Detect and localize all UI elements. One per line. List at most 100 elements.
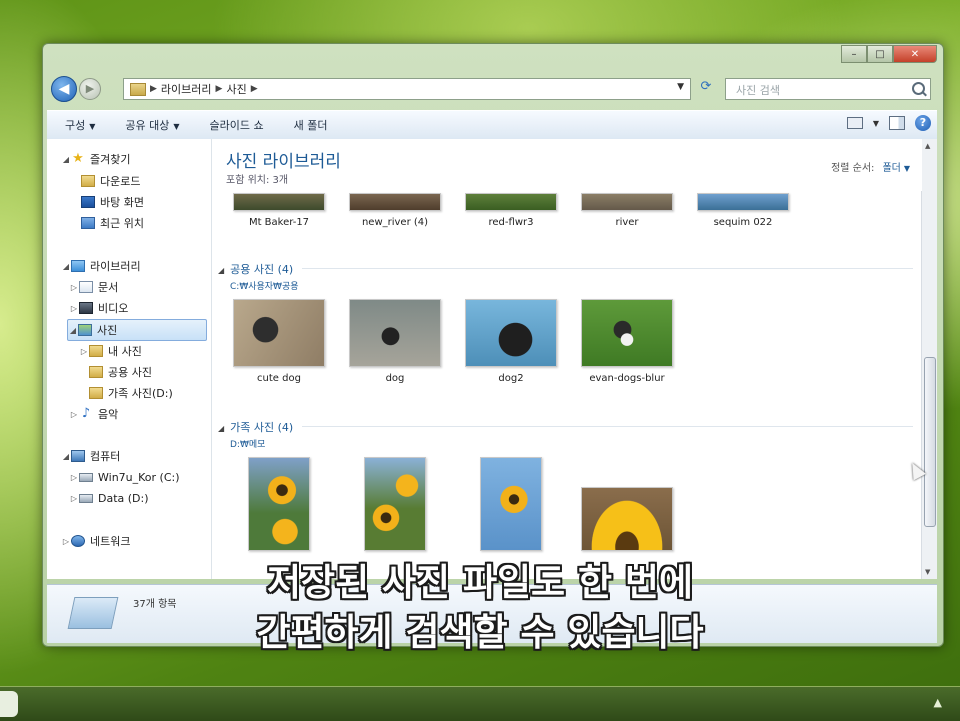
thumbnail-item[interactable]: Mt Baker-17 bbox=[224, 193, 334, 228]
desktop-icon bbox=[81, 196, 95, 208]
thumbnail-item[interactable] bbox=[340, 457, 450, 551]
thumbnail-label: Mt Baker-17 bbox=[248, 217, 310, 228]
search-input[interactable]: 사진 검색 bbox=[725, 78, 931, 100]
thumbnail-label: river bbox=[615, 217, 639, 228]
nav-public-pictures[interactable]: 공용 사진 bbox=[89, 362, 152, 382]
thumbnail-label: dog bbox=[385, 373, 405, 384]
thumbnail-label: red-flwr3 bbox=[488, 217, 534, 228]
breadcrumb-arrow-icon[interactable]: ▶ bbox=[216, 84, 223, 94]
share-button[interactable]: 공유 대상 ▼ bbox=[125, 117, 179, 133]
thumbnail-item[interactable]: sequim 022 bbox=[688, 193, 798, 228]
nav-desktop[interactable]: 바탕 화면 bbox=[81, 192, 144, 212]
folder-icon bbox=[89, 366, 103, 378]
breadcrumb-libraries[interactable]: 라이브러리 bbox=[161, 81, 212, 97]
music-icon: ♪ bbox=[81, 406, 91, 421]
breadcrumb-pictures[interactable]: 사진 bbox=[226, 81, 246, 97]
thumbnail-label: cute dog bbox=[257, 373, 301, 384]
library-icon bbox=[71, 260, 85, 272]
command-bar: 구성 ▼ 공유 대상 ▼ 슬라이드 쇼 새 폴더 ▼ ? bbox=[47, 110, 937, 140]
photo-thumbnail bbox=[480, 457, 542, 551]
photo-thumbnail bbox=[581, 299, 673, 367]
thumbnail-item[interactable]: cute dog bbox=[224, 299, 334, 384]
nav-libraries[interactable]: ◢ 라이브러리 bbox=[61, 256, 141, 276]
breadcrumb-arrow-icon[interactable]: ▶ bbox=[251, 84, 258, 94]
start-button[interactable] bbox=[0, 691, 18, 717]
scroll-thumb[interactable] bbox=[924, 357, 936, 527]
thumbnail-item[interactable]: river bbox=[572, 193, 682, 228]
refresh-icon[interactable]: ⟳ bbox=[695, 79, 717, 99]
thumbnail-item[interactable]: evan-dogs-blur bbox=[572, 299, 682, 384]
nav-drive-d[interactable]: ▷ Data (D:) bbox=[69, 488, 149, 508]
nav-downloads[interactable]: 다운로드 bbox=[81, 171, 140, 191]
sort-value[interactable]: 폴더 bbox=[882, 163, 900, 174]
file-pane: Mt Baker-17 new_river (4) red-flwr3 rive… bbox=[212, 139, 937, 579]
folder-icon bbox=[89, 387, 103, 399]
nav-music[interactable]: ▷ ♪ 음악 bbox=[69, 404, 118, 424]
pictures-icon bbox=[78, 324, 92, 336]
slideshow-button[interactable]: 슬라이드 쇼 bbox=[210, 117, 264, 133]
nav-my-pictures[interactable]: ▷ 내 사진 bbox=[79, 341, 142, 361]
library-header: 사진 라이브러리 포함 위치: 3개 정렬 순서: 폴더 ▼ bbox=[212, 139, 922, 191]
address-dropdown-icon[interactable]: ▼ bbox=[677, 82, 684, 92]
thumbnail-item[interactable] bbox=[224, 457, 334, 551]
taskbar: ▲ bbox=[0, 686, 960, 721]
photo-thumbnail bbox=[465, 193, 557, 211]
sort-control[interactable]: 정렬 순서: 폴더 ▼ bbox=[831, 159, 910, 174]
photo-thumbnail bbox=[581, 193, 673, 211]
tray-arrow-icon[interactable]: ▲ bbox=[934, 696, 942, 709]
photo-thumbnail bbox=[364, 457, 426, 551]
nav-computer[interactable]: ◢ 컴퓨터 bbox=[61, 446, 120, 466]
organize-button[interactable]: 구성 ▼ bbox=[65, 117, 95, 133]
close-button[interactable]: ✕ bbox=[893, 45, 937, 63]
vertical-scrollbar[interactable]: ▲ ▼ bbox=[921, 139, 937, 579]
thumbnail-label: dog2 bbox=[498, 373, 524, 384]
documents-icon bbox=[79, 281, 93, 293]
thumbnail-item[interactable]: dog2 bbox=[456, 299, 566, 384]
nav-network[interactable]: ▷ 네트워크 bbox=[61, 531, 130, 551]
group-path-public[interactable]: C:₩사용자₩공용 bbox=[230, 279, 299, 292]
maximize-button[interactable]: □ bbox=[867, 45, 893, 63]
breadcrumb-arrow-icon[interactable]: ▶ bbox=[150, 84, 157, 94]
thumbnail-item[interactable] bbox=[572, 487, 682, 551]
photo-thumbnail bbox=[233, 193, 325, 211]
nav-drive-c[interactable]: ▷ Win7u_Kor (C:) bbox=[69, 467, 180, 487]
nav-recent[interactable]: 최근 위치 bbox=[81, 213, 144, 233]
group-header-public[interactable]: ◢ 공용 사진 (4) bbox=[218, 261, 293, 277]
photo-thumbnail bbox=[349, 299, 441, 367]
address-bar[interactable]: ▶ 라이브러리 ▶ 사진 ▶ ▼ bbox=[123, 78, 691, 100]
change-view-icon[interactable] bbox=[846, 117, 863, 129]
nav-favorites[interactable]: ◢ ★ 즐겨찾기 bbox=[61, 149, 131, 169]
sort-dropdown-icon[interactable]: ▼ bbox=[904, 164, 910, 173]
photo-thumbnail bbox=[465, 299, 557, 367]
help-icon[interactable]: ? bbox=[915, 115, 931, 131]
video-icon bbox=[79, 302, 93, 314]
scroll-up-icon[interactable]: ▲ bbox=[925, 142, 930, 150]
photo-thumbnail bbox=[697, 193, 789, 211]
nav-documents[interactable]: ▷ 문서 bbox=[69, 277, 118, 297]
new-folder-button[interactable]: 새 폴더 bbox=[294, 117, 328, 133]
search-placeholder: 사진 검색 bbox=[736, 84, 780, 97]
group-divider bbox=[302, 268, 913, 269]
forward-button[interactable]: ▶ bbox=[79, 78, 101, 100]
minimize-button[interactable]: – bbox=[841, 45, 867, 63]
library-subtitle[interactable]: 포함 위치: 3개 bbox=[226, 171, 288, 186]
thumbnail-item[interactable]: red-flwr3 bbox=[456, 193, 566, 228]
drive-icon bbox=[79, 493, 93, 503]
sort-label: 정렬 순서: bbox=[831, 163, 875, 174]
thumbnail-item[interactable] bbox=[456, 457, 566, 551]
star-icon: ★ bbox=[72, 151, 84, 166]
preview-pane-icon[interactable] bbox=[889, 116, 905, 130]
subtitle-line-1: 저장된 사진 파일도 한 번에 bbox=[267, 561, 693, 604]
group-path-family[interactable]: D:₩메모 bbox=[230, 437, 265, 450]
view-dropdown-icon[interactable]: ▼ bbox=[873, 119, 879, 128]
back-button[interactable]: ◀ bbox=[51, 76, 77, 102]
nav-pictures[interactable]: ◢ 사진 bbox=[67, 319, 207, 341]
group-header-family[interactable]: ◢ 가족 사진 (4) bbox=[218, 419, 293, 435]
network-icon bbox=[71, 535, 85, 547]
nav-videos[interactable]: ▷ 비디오 bbox=[69, 298, 128, 318]
search-icon bbox=[912, 82, 925, 95]
thumbnail-item[interactable]: dog bbox=[340, 299, 450, 384]
thumbnail-item[interactable]: new_river (4) bbox=[340, 193, 450, 228]
photo-thumbnail bbox=[349, 193, 441, 211]
nav-family-pictures[interactable]: 가족 사진(D:) bbox=[89, 383, 173, 403]
